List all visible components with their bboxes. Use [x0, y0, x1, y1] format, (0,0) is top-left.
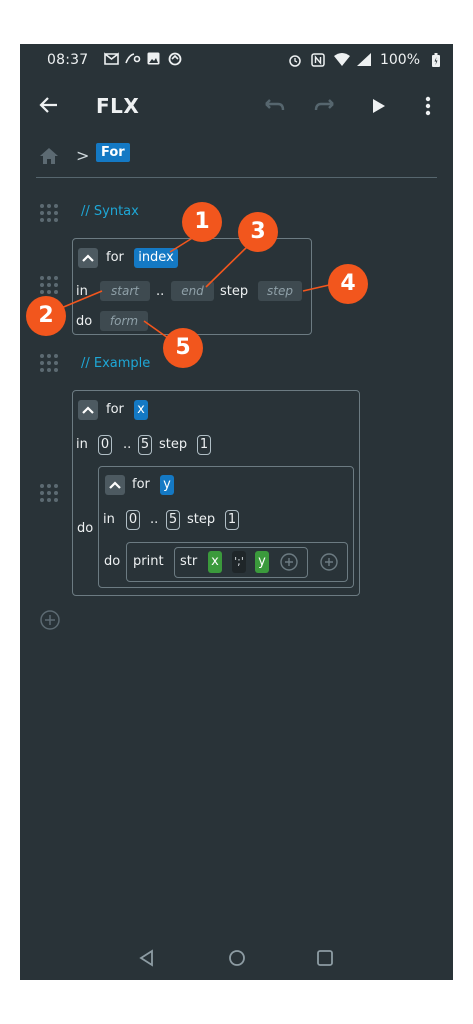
nav-recents-icon[interactable]	[316, 949, 334, 971]
callout-lines	[53, 231, 339, 339]
phone-screen: 08:37 100% FLX > For // Syntax for index…	[20, 44, 453, 980]
callout-badge: 5	[163, 328, 203, 368]
callout-badge: 3	[238, 212, 278, 252]
nav-back-icon[interactable]	[138, 949, 156, 971]
callout-badge: 2	[26, 296, 66, 336]
callout-badge: 1	[182, 202, 222, 242]
system-nav-bar	[20, 936, 453, 980]
nav-home-icon[interactable]	[228, 949, 246, 971]
callout-badge: 4	[328, 264, 368, 304]
